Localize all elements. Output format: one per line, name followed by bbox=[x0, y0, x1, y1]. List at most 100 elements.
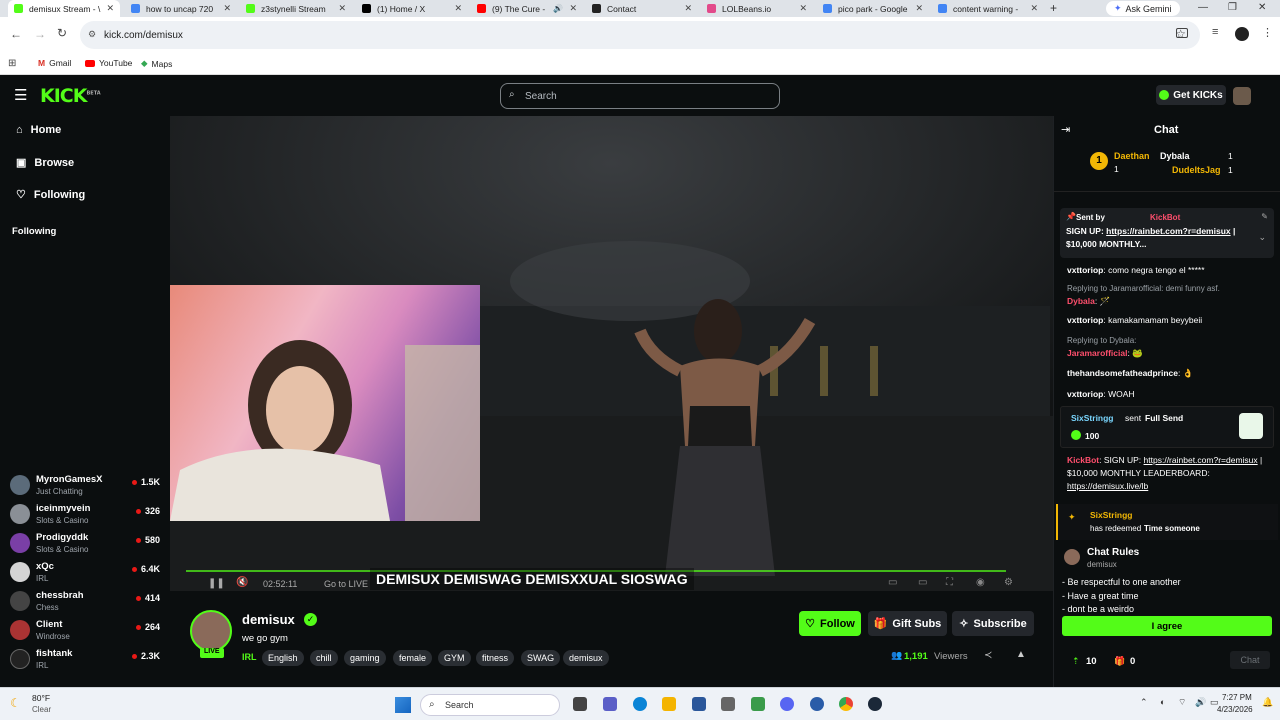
search-input[interactable]: ⌕ Search bbox=[500, 83, 780, 109]
chat-username[interactable]: vxttoriop bbox=[1067, 389, 1103, 399]
tab[interactable]: (9) The Cure - 🔊 ✕ bbox=[471, 0, 583, 17]
taskbar-time[interactable]: 7:27 PM bbox=[1222, 693, 1252, 702]
pause-icon[interactable]: ❚❚ bbox=[208, 578, 225, 589]
pinned-link[interactable]: https://rainbet.com?r=demisux bbox=[1106, 226, 1230, 236]
stream-category-link[interactable]: IRL bbox=[242, 652, 257, 662]
back-icon[interactable]: ← bbox=[10, 27, 22, 41]
fullscreen-icon[interactable]: ⛶ bbox=[946, 577, 953, 588]
hamburger-menu-icon[interactable]: ☰ bbox=[14, 86, 27, 104]
wifi-icon[interactable]: ⌔ bbox=[1178, 697, 1186, 708]
bookmark-gmail[interactable]: M Gmail bbox=[38, 58, 71, 68]
tab[interactable]: how to uncap 720 ✕ bbox=[125, 0, 237, 17]
chat-username[interactable]: vxttoriop bbox=[1067, 315, 1103, 325]
weather-icon[interactable]: ☾ bbox=[10, 696, 21, 710]
tag-gaming[interactable]: gaming bbox=[344, 650, 386, 666]
close-icon[interactable]: ✕ bbox=[799, 3, 807, 14]
close-icon[interactable]: ✕ bbox=[1030, 3, 1038, 14]
tab[interactable]: z3stynelli Stream ✕ bbox=[240, 0, 352, 17]
report-warning-icon[interactable]: ▲ bbox=[1016, 649, 1026, 660]
redeem-user[interactable]: SixStringg bbox=[1090, 510, 1133, 520]
media-icon[interactable]: ≡ bbox=[1212, 26, 1218, 38]
sidebar-item-following[interactable]: ♡ Following bbox=[16, 188, 85, 202]
chat-link[interactable]: https://rainbet.com?r=demisux bbox=[1144, 455, 1258, 465]
windows-start-icon[interactable] bbox=[395, 697, 411, 713]
gift-box-icon[interactable]: 🎁 bbox=[1114, 656, 1125, 667]
edge-icon[interactable] bbox=[633, 697, 647, 711]
gifter-name[interactable]: Daethan bbox=[1114, 151, 1150, 161]
bookmark-youtube[interactable]: YouTube bbox=[85, 58, 132, 68]
new-tab-icon[interactable]: + bbox=[1050, 1, 1057, 15]
maximize-icon[interactable]: ❐ bbox=[1228, 2, 1237, 13]
chat-username[interactable]: Jaramarofficial bbox=[1067, 348, 1127, 358]
store-icon[interactable] bbox=[692, 697, 706, 711]
task-view-icon[interactable] bbox=[573, 697, 587, 711]
tab[interactable]: content warning - ✕ bbox=[932, 0, 1044, 17]
sidebar-item-home[interactable]: ⌂ Home bbox=[16, 124, 61, 136]
subscribe-button[interactable]: ✧ Subscribe bbox=[952, 611, 1034, 636]
user-avatar[interactable] bbox=[1233, 87, 1251, 105]
channel-item-chessbrah[interactable]: chessbrah Chess 414 bbox=[10, 588, 160, 616]
taskbar-date[interactable]: 4/23/2026 bbox=[1217, 705, 1253, 714]
tag-gym[interactable]: GYM bbox=[438, 650, 471, 666]
tag-fitness[interactable]: fitness bbox=[476, 650, 515, 666]
collapse-chat-icon[interactable]: ⇥ bbox=[1061, 123, 1070, 136]
theater-icon[interactable]: ▭ bbox=[918, 577, 927, 588]
channel-item-client[interactable]: Client Windrose 264 bbox=[10, 617, 160, 645]
gifter-name[interactable]: Dybala bbox=[1160, 151, 1190, 161]
settings-gear-icon[interactable]: ⚙ bbox=[1004, 577, 1013, 588]
channel-item-iceinmyvein[interactable]: iceinmyvein Slots & Casino 326 bbox=[10, 501, 160, 529]
get-kicks-button[interactable]: Get KICKs bbox=[1156, 85, 1226, 105]
window-close-icon[interactable]: ✕ bbox=[1258, 2, 1266, 13]
channel-item-myrongamesx[interactable]: MyronGamesX Just Chatting 1.5K bbox=[10, 472, 160, 500]
discord-icon[interactable] bbox=[780, 697, 794, 711]
kicks-icon[interactable]: ⇡ bbox=[1072, 656, 1080, 667]
close-icon[interactable]: ✕ bbox=[223, 3, 231, 14]
streamer-avatar[interactable] bbox=[190, 610, 232, 652]
speaker-icon[interactable]: 🔊 bbox=[553, 4, 563, 13]
mute-icon[interactable]: 🔇 bbox=[236, 577, 248, 588]
clip-icon[interactable]: ▭ bbox=[888, 577, 897, 588]
app-icon[interactable] bbox=[721, 697, 735, 711]
bookmark-maps[interactable]: ◆ Maps bbox=[141, 58, 172, 69]
apps-grid-icon[interactable]: ⊞ bbox=[8, 58, 16, 69]
gift-subs-button[interactable]: 🎁 Gift Subs bbox=[868, 611, 947, 636]
chat-username[interactable]: Dybala bbox=[1067, 296, 1095, 306]
share-icon[interactable]: ≺ bbox=[984, 650, 992, 661]
notification-bell-icon[interactable]: 🔔 bbox=[1262, 697, 1273, 708]
site-info-icon[interactable]: ⚙ bbox=[88, 29, 96, 40]
menu-kebab-icon[interactable]: ⋮ bbox=[1262, 26, 1273, 39]
channel-item-prodigyddk[interactable]: Prodigyddk Slots & Casino 580 bbox=[10, 530, 160, 558]
unpin-icon[interactable]: ✎ bbox=[1261, 212, 1268, 221]
close-icon[interactable]: ✕ bbox=[338, 3, 346, 14]
profile-avatar[interactable] bbox=[1235, 27, 1249, 41]
close-icon[interactable]: ✕ bbox=[684, 3, 692, 14]
forward-icon[interactable]: → bbox=[34, 27, 46, 41]
minimize-icon[interactable]: — bbox=[1198, 2, 1208, 13]
taskbar-search[interactable]: ⌕ Search bbox=[420, 694, 560, 716]
tag-chill[interactable]: chill bbox=[310, 650, 338, 666]
tag-english[interactable]: English bbox=[262, 650, 304, 666]
steam-icon[interactable] bbox=[868, 697, 882, 711]
agree-button[interactable]: I agree bbox=[1062, 616, 1272, 636]
chrome-icon[interactable] bbox=[839, 697, 853, 711]
chat-link[interactable]: https://demisux.live/lb bbox=[1067, 481, 1148, 491]
tray-app-icon[interactable]: ◐ bbox=[1160, 697, 1165, 707]
close-icon[interactable]: ✕ bbox=[915, 3, 923, 14]
teams-icon[interactable] bbox=[603, 697, 617, 711]
pip-icon[interactable]: ◉ bbox=[976, 577, 985, 588]
file-explorer-icon[interactable] bbox=[662, 697, 676, 711]
channel-item-xqc[interactable]: xQc IRL 6.4K bbox=[10, 559, 160, 587]
gift-event-user[interactable]: SixStringg bbox=[1071, 413, 1114, 423]
app-icon[interactable] bbox=[751, 697, 765, 711]
follow-button[interactable]: ♡ Follow bbox=[799, 611, 861, 636]
close-icon[interactable]: ✕ bbox=[569, 3, 577, 14]
gifter-name[interactable]: DudeItsJag bbox=[1172, 165, 1221, 175]
tab[interactable]: (1) Home / X ✕ bbox=[356, 0, 468, 17]
tag-female[interactable]: female bbox=[393, 650, 433, 666]
chat-username[interactable]: thehandsomefatheadprince bbox=[1067, 368, 1178, 378]
chat-username[interactable]: vxttoriop bbox=[1067, 265, 1103, 275]
video-player[interactable] bbox=[170, 116, 1053, 591]
reload-icon[interactable]: ↻ bbox=[57, 26, 67, 40]
sidebar-item-browse[interactable]: ▣ Browse bbox=[16, 156, 74, 170]
tray-chevron-icon[interactable]: ⌃ bbox=[1140, 697, 1148, 708]
